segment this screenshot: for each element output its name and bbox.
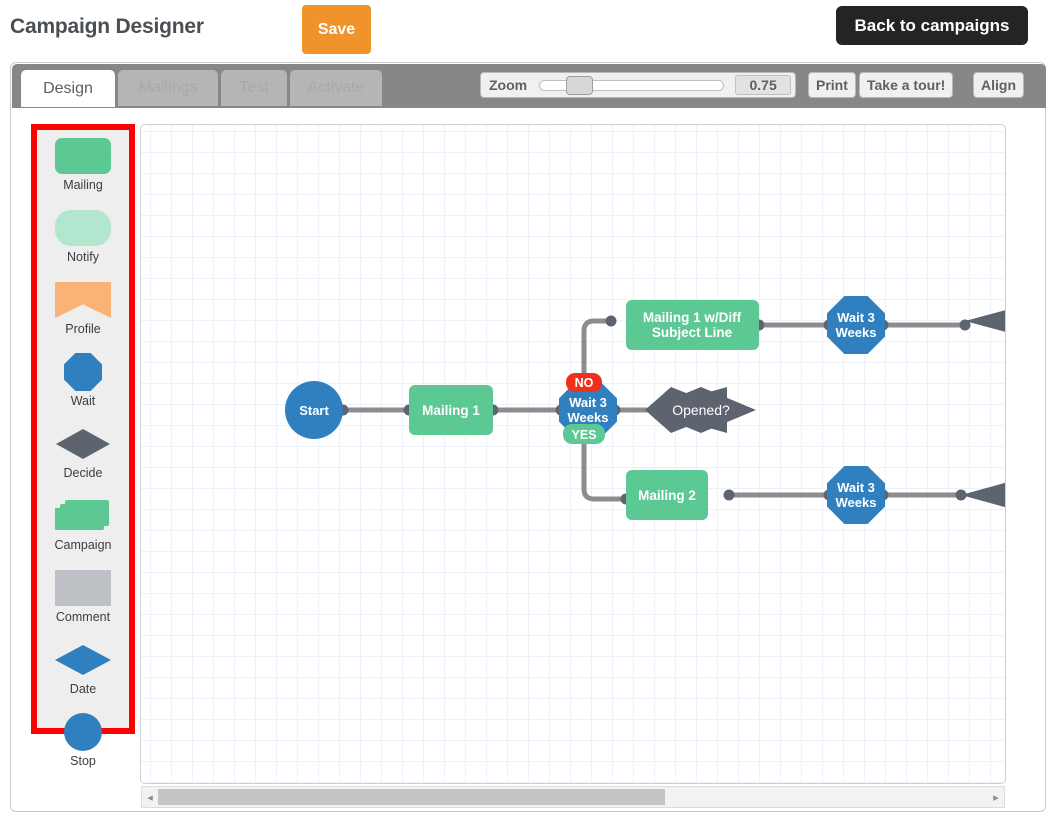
save-button[interactable]: Save — [302, 5, 371, 54]
bowtie-icon — [55, 282, 111, 318]
palette-item-campaign[interactable]: Campaign — [37, 497, 129, 562]
node-label: Wait 3 Weeks — [568, 395, 609, 425]
node-label: Mailing 2 — [638, 488, 696, 503]
tab-label: Mailings — [138, 79, 198, 96]
palette-item-mailing[interactable]: Mailing — [37, 137, 129, 202]
palette-item-comment[interactable]: Comment — [37, 569, 129, 634]
tab-mailings[interactable]: Mailings — [118, 70, 218, 106]
rectangle-icon — [55, 570, 111, 606]
palette-item-profile[interactable]: Profile — [37, 281, 129, 346]
zoom-value-display: 0.75 — [735, 75, 792, 95]
palette-item-label: Date — [69, 682, 97, 696]
tab-design[interactable]: Design — [21, 70, 115, 107]
palette-item-label: Profile — [65, 322, 101, 336]
back-to-campaigns-button[interactable]: Back to campaigns — [836, 6, 1028, 45]
node-label: Wait 3 Weeks — [836, 480, 877, 510]
octagon-icon — [64, 353, 102, 391]
node-label: Mailing 1 — [422, 403, 480, 418]
palette-item-wait[interactable]: Wait — [37, 353, 129, 418]
palette-item-label: Decide — [63, 466, 103, 480]
print-button[interactable]: Print — [808, 72, 856, 98]
tab-activate[interactable]: Activate — [290, 70, 382, 106]
zoom-label: Zoom — [489, 77, 528, 93]
palette-item-label: Stop — [70, 754, 96, 768]
tab-label: Activate — [307, 79, 365, 96]
page-title: Campaign Designer — [10, 15, 204, 38]
palette-item-date[interactable]: Date — [37, 641, 129, 706]
palette-item-label: Campaign — [54, 538, 112, 552]
zoom-control-group[interactable]: Zoom 0.75 — [480, 72, 796, 98]
zoom-slider[interactable] — [539, 75, 725, 95]
page-header: Campaign Designer Save Back to campaigns — [0, 0, 1058, 60]
node-label: Mailing 1 w/Diff Subject Line — [643, 310, 742, 340]
palette-glyph-wrapper — [54, 425, 112, 463]
diamond-icon — [56, 429, 110, 459]
edge-arrow-end-bottom — [961, 482, 1005, 508]
palette-glyph-wrapper — [54, 209, 112, 247]
palette-glyph-wrapper — [54, 641, 112, 679]
palette-glyph-wrapper — [54, 137, 112, 175]
flow-canvas[interactable]: Start Mailing 1 Wait 3 Weeks Opened? NO YES Mai… — [140, 124, 1006, 784]
palette-glyph-wrapper — [54, 569, 112, 607]
palette-item-stop[interactable]: Stop — [37, 713, 129, 778]
palette-item-label: Notify — [67, 250, 99, 264]
palette-item-decide[interactable]: Decide — [37, 425, 129, 490]
circle-icon — [64, 713, 102, 751]
palette-item-label: Wait — [70, 394, 96, 408]
palette-item-label: Mailing — [63, 178, 103, 192]
pill-icon — [55, 210, 111, 246]
node-label: Start — [299, 403, 329, 418]
shape-palette[interactable]: Mailing Notify Profile Wait Decide Campaign Co… — [31, 124, 135, 768]
palette-glyph-wrapper — [54, 353, 112, 391]
align-button[interactable]: Align — [973, 72, 1024, 98]
scroll-right-arrow-icon[interactable]: ▸ — [988, 787, 1004, 807]
node-label: Opened? — [672, 402, 730, 418]
palette-glyph-wrapper — [54, 713, 112, 751]
stacked-cards-icon — [55, 498, 111, 534]
scrollbar-thumb[interactable] — [158, 789, 665, 805]
edge-connector-dot[interactable] — [723, 489, 735, 501]
take-a-tour-button[interactable]: Take a tour! — [859, 72, 954, 98]
branch-label-no: NO — [575, 376, 594, 390]
tab-test[interactable]: Test — [221, 70, 287, 106]
scroll-left-arrow-icon[interactable]: ◂ — [142, 787, 158, 807]
tab-label: Design — [43, 79, 93, 97]
palette-glyph-wrapper — [54, 281, 112, 319]
edge-connector-dot[interactable] — [605, 315, 617, 327]
diamond-icon — [55, 645, 111, 675]
scrollbar-trough[interactable] — [665, 789, 988, 805]
node-label: Wait 3 Weeks — [836, 310, 877, 340]
tab-label: Test — [239, 79, 269, 96]
canvas-horizontal-scrollbar[interactable]: ◂ ▸ — [141, 786, 1005, 808]
rounded-rectangle-icon — [55, 138, 111, 174]
palette-item-notify[interactable]: Notify — [37, 209, 129, 274]
zoom-slider-handle[interactable] — [566, 75, 594, 95]
branch-label-yes: YES — [571, 428, 596, 442]
flow-diagram: Start Mailing 1 Wait 3 Weeks Opened? NO YES Mai… — [285, 296, 1005, 524]
palette-glyph-wrapper — [54, 497, 112, 535]
palette-item-label: Comment — [55, 610, 111, 624]
edge-arrow-end-top — [965, 310, 1005, 332]
